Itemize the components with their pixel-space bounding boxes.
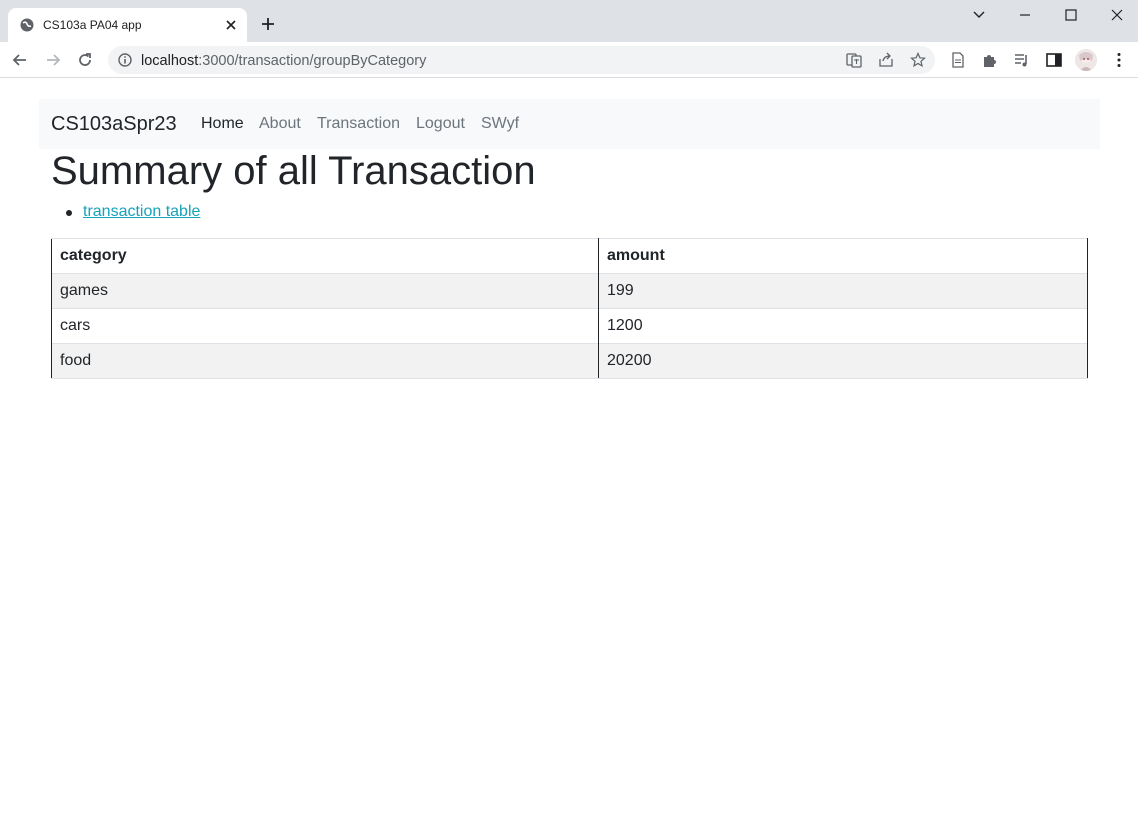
browser-tab[interactable]: CS103a PA04 app [8,8,247,42]
address-bar[interactable]: localhost:3000/transaction/groupByCatego… [108,46,935,74]
amount-cell: 20200 [598,343,1088,379]
nav-link-home[interactable]: Home [201,115,244,133]
tab-title: CS103a PA04 app [43,18,142,32]
category-cell: cars [51,308,599,344]
side-panel-icon[interactable] [1045,51,1063,69]
more-menu-icon[interactable] [1110,51,1128,69]
transaction-table-link[interactable]: transaction table [83,203,200,221]
tab-strip: CS103a PA04 app [0,0,1138,42]
nav-link-logout[interactable]: Logout [416,115,465,133]
media-playlist-icon[interactable] [1013,51,1031,69]
new-tab-plus-icon[interactable] [260,16,276,32]
document-icon[interactable] [949,51,967,69]
browser-toolbar: localhost:3000/transaction/groupByCatego… [0,42,1138,78]
minimize-icon[interactable] [1018,8,1032,22]
url-text: localhost:3000/transaction/groupByCatego… [141,53,426,69]
globe-icon [20,18,34,32]
back-arrow-icon[interactable] [11,51,29,69]
table-row: food 20200 [51,343,1088,379]
close-icon[interactable] [223,17,239,33]
profile-avatar[interactable] [1075,49,1097,71]
nav-link-swyf[interactable]: SWyf [481,115,519,133]
list-bullet [66,210,72,216]
column-header-amount: amount [598,238,1088,274]
nav-link-transaction[interactable]: Transaction [317,115,400,133]
url-path: :3000/transaction/groupByCategory [198,53,427,69]
table-row: cars 1200 [51,308,1088,344]
info-icon[interactable] [118,53,132,67]
maximize-icon[interactable] [1064,8,1078,22]
table-row: games 199 [51,273,1088,309]
amount-cell: 1200 [598,308,1088,344]
forward-arrow-icon[interactable] [44,51,62,69]
bookmark-star-icon[interactable] [910,52,926,68]
category-cell: games [51,273,599,309]
window-close-icon[interactable] [1110,8,1124,22]
amount-cell: 199 [598,273,1088,309]
share-icon[interactable] [878,52,894,68]
extensions-puzzle-icon[interactable] [981,51,999,69]
category-cell: food [51,343,599,379]
navbar-brand[interactable]: CS103aSpr23 [51,113,177,136]
reload-icon[interactable] [76,51,94,69]
url-host: localhost [141,53,199,69]
nav-link-about[interactable]: About [259,115,301,133]
table-header-row: category amount [51,238,1088,274]
column-header-category: category [51,238,599,274]
navbar: CS103aSpr23 Home About Transaction Logou… [39,99,1100,149]
summary-table: category amount games 199 cars 1200 food… [51,238,1088,379]
page-title: Summary of all Transaction [51,149,536,193]
translate-icon[interactable] [846,52,862,68]
avatar-image [1075,49,1097,71]
tab-search-chevron-icon[interactable] [972,8,986,22]
